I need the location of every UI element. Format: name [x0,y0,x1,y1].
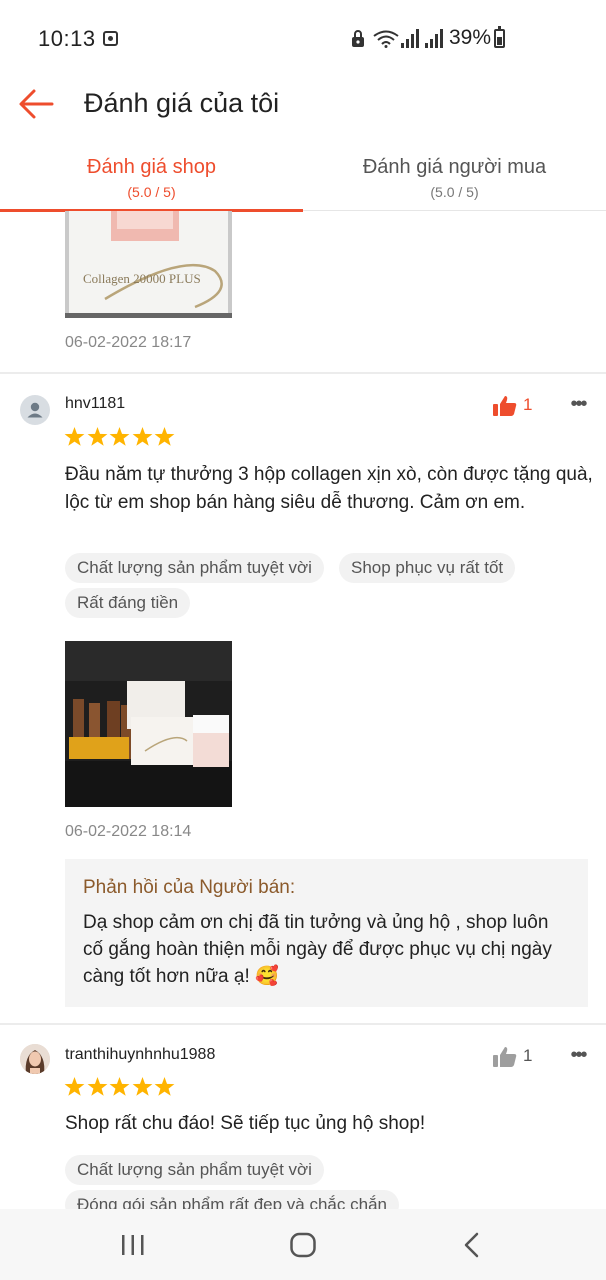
tab-label: Đánh giá người mua [362,156,547,178]
review-text: Shop rất chu đáo! Sẽ tiếp tục ủng hộ sho… [65,1113,426,1134]
status-time: 10:13 [38,26,96,51]
recent-apps-icon [122,1235,144,1255]
star-rating [64,427,177,447]
review-photo[interactable]: Collagen 20000 PLUS [65,211,232,318]
reviewer-username: hnv1181 [65,395,126,412]
review-divider [0,372,606,374]
signal-icon-2 [425,29,443,48]
star-icon [87,427,107,446]
user-icon [27,402,43,418]
reviewer-username: tranthihuynhnhu1988 [65,1046,216,1063]
seller-reply-title: Phản hồi của Người bán: [83,877,296,898]
tab-rating: (5.0 / 5) [430,184,479,200]
product-box-image [65,211,232,318]
status-bar: 10:13 39% [0,0,606,76]
avatar-default[interactable] [20,395,50,425]
thumbs-up-icon [493,1047,517,1067]
star-icon [64,1077,85,1096]
star-icon [154,1077,175,1096]
page-title: Đánh giá của tôi [84,88,280,118]
star-icon [109,427,130,446]
review-text: Đầu năm tự thưởng 3 hộp collagen xịn xò,… [65,464,593,513]
seller-reply: Phản hồi của Người bán: Dạ shop cảm ơn c… [65,859,588,1007]
photo-caption: Collagen 20000 PLUS [83,271,201,286]
wifi-icon [373,30,399,48]
app-header: Đánh giá của tôi [0,76,606,136]
review-date: 06-02-2022 18:17 [65,334,192,351]
star-icon [87,1077,107,1096]
tab-label: Đánh giá shop [87,156,216,178]
star-icon [132,427,152,446]
signal-icon-1 [401,29,419,48]
review-tag[interactable]: Chất lượng sản phẩm tuyệt vời [65,553,324,583]
review-divider [0,1023,606,1025]
system-back-button[interactable] [453,1231,493,1259]
star-icon [154,427,175,446]
review-tabs: Đánh giá shop (5.0 / 5) Đánh giá người m… [0,140,606,212]
like-count: 1 [523,395,533,414]
review-list[interactable]: Collagen 20000 PLUS 06-02-2022 18:17 hnv… [0,211,606,1209]
home-icon [290,1232,316,1258]
star-icon [109,1077,130,1096]
user-photo-icon [20,1044,50,1074]
review-tag[interactable]: Shop phục vụ rất tốt [339,553,516,583]
more-options-button[interactable]: ••• [565,1045,591,1070]
tab-buyer-reviews[interactable]: Đánh giá người mua (5.0 / 5) [303,140,606,211]
star-icon [64,427,85,446]
chevron-left-icon [464,1232,479,1258]
vpn-lock-icon [352,30,364,47]
tab-rating: (5.0 / 5) [127,184,176,200]
thumbs-up-icon [493,396,517,416]
recent-apps-button[interactable] [113,1231,153,1259]
review-tag[interactable]: Chất lượng sản phẩm tuyệt vời [65,1155,324,1185]
review-tag[interactable]: Rất đáng tiền [65,588,191,618]
like-button[interactable]: 1 [493,393,543,419]
review-tag[interactable]: Đóng gói sản phẩm rất đẹp và chắc chắn [65,1190,399,1209]
battery-percent: 39% [449,26,492,49]
more-options-button[interactable]: ••• [565,394,591,419]
battery-icon [494,26,505,48]
like-count: 1 [523,1046,533,1065]
arrow-left-icon [19,89,54,119]
home-button[interactable] [283,1231,323,1259]
notification-icon [103,31,118,46]
avatar-photo[interactable] [20,1044,50,1074]
product-photo-image [65,641,232,807]
back-button[interactable] [16,84,56,124]
star-rating [64,1077,177,1097]
seller-reply-text: Dạ shop cảm ơn chị đã tin tưởng và ủng h… [83,912,552,987]
star-icon [132,1077,152,1096]
review-photo[interactable] [65,641,232,807]
system-nav-bar [0,1209,606,1280]
review-date: 06-02-2022 18:14 [65,823,192,840]
tab-shop-reviews[interactable]: Đánh giá shop (5.0 / 5) [0,140,303,212]
like-button[interactable]: 1 [493,1044,543,1070]
